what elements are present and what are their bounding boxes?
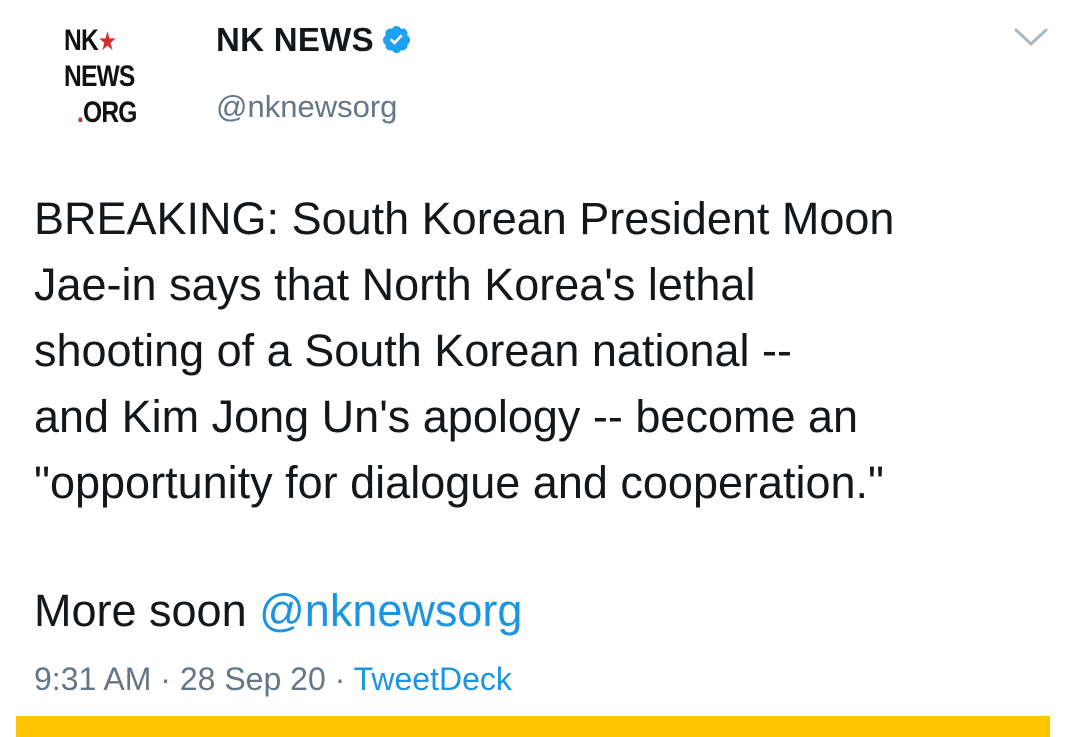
mention-link[interactable]: @nknewsorg	[259, 585, 522, 636]
tweet-time[interactable]: 9:31 AM	[34, 661, 151, 697]
author-name[interactable]: NK NEWS	[216, 20, 374, 60]
verified-badge-icon	[382, 25, 411, 54]
logo-line-2: NEWS	[64, 60, 135, 93]
tweet-text: BREAKING: South Korean President Moon Ja…	[34, 193, 895, 508]
chevron-down-icon[interactable]	[1012, 22, 1050, 52]
logo-text-org: ORG	[83, 96, 137, 129]
meta-separator: ·	[325, 661, 354, 697]
logo-star-icon: ★	[97, 26, 117, 56]
logo-line-3: .ORG	[77, 98, 137, 128]
logo-line-1: NK★	[64, 24, 117, 57]
author-handle[interactable]: @nknewsorg	[216, 87, 397, 127]
avatar[interactable]: NK★ NEWS .ORG	[50, 18, 168, 128]
tweet-text-more: More soon @nknewsorg	[34, 578, 522, 644]
highlight-bar	[16, 716, 1050, 737]
logo-text-nk: NK	[64, 24, 99, 57]
tweet-card: NK★ NEWS .ORG NK NEWS @nknewsorg BREAKIN…	[0, 0, 1080, 737]
tweet-date[interactable]: 28 Sep 20	[180, 661, 326, 697]
tweet-source-link[interactable]: TweetDeck	[354, 661, 512, 697]
more-soon-text: More soon	[34, 585, 260, 636]
tweet-metadata: 9:31 AM · 28 Sep 20 · TweetDeck	[34, 656, 512, 702]
meta-separator: ·	[151, 661, 180, 697]
